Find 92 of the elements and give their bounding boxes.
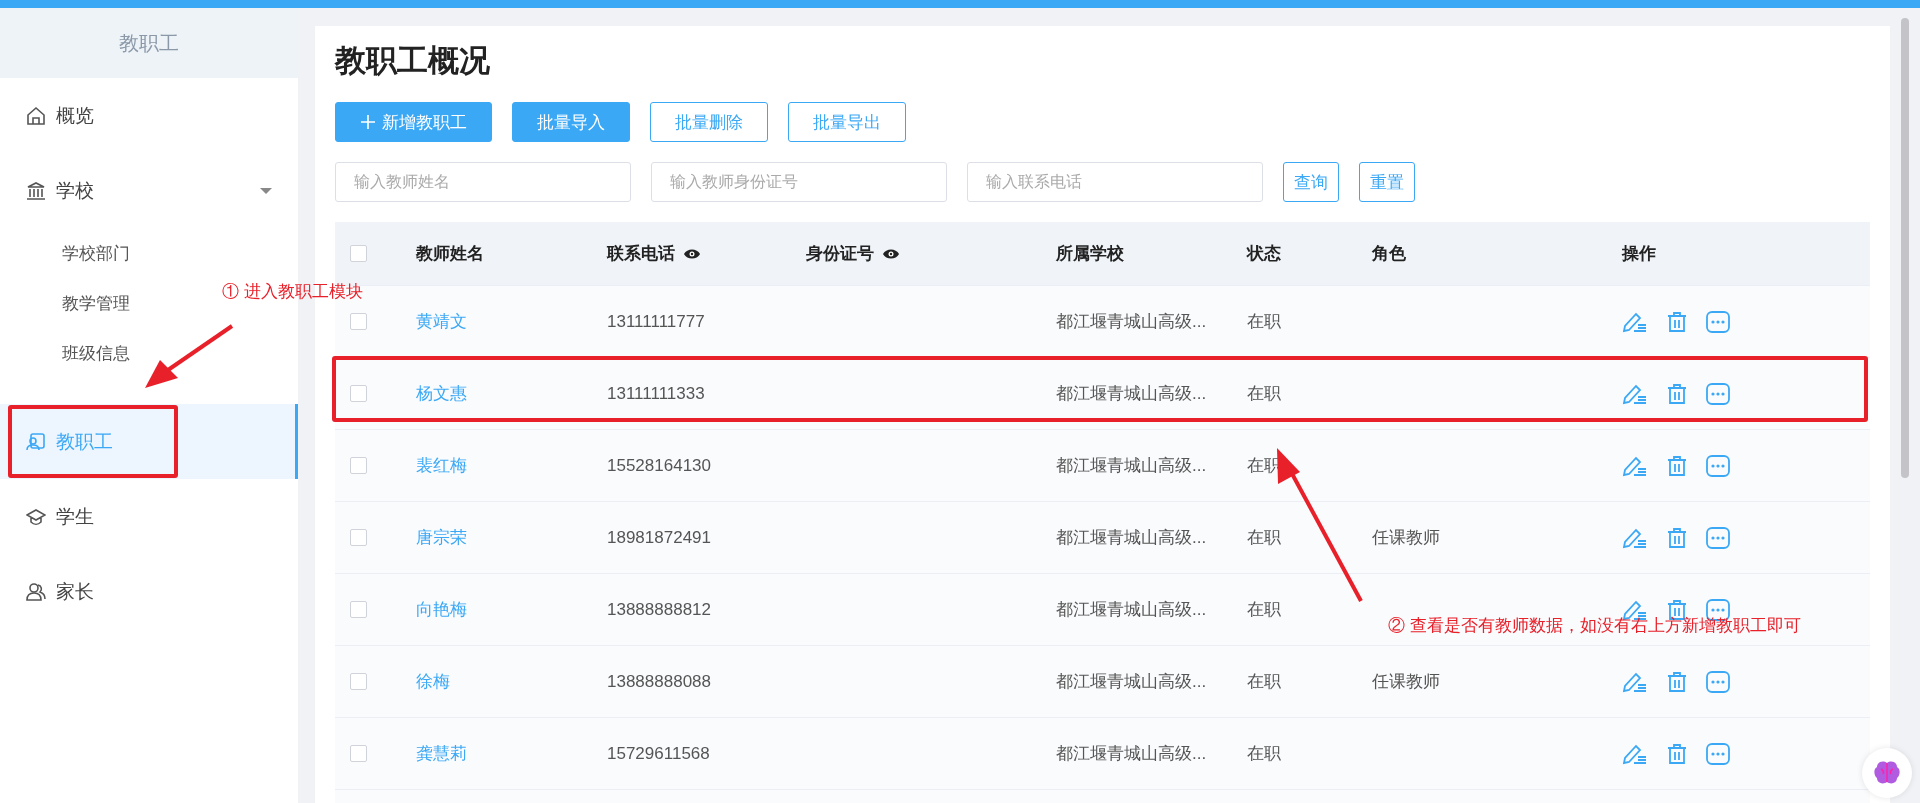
more-icon[interactable] xyxy=(1706,742,1730,765)
table-cell-text: 在职 xyxy=(1247,671,1282,693)
table-cell-text: 都江堰青城山高级... xyxy=(1056,743,1208,765)
action-button[interactable]: 批量导出 xyxy=(788,102,906,142)
trash-icon[interactable] xyxy=(1666,454,1688,477)
teacher-name-link[interactable]: 裴红梅 xyxy=(416,454,607,477)
table-cell-text: 15729611568 xyxy=(607,743,711,764)
teacher-name-link[interactable]: 黄靖文 xyxy=(416,310,607,333)
home-icon xyxy=(26,105,46,126)
table-cell-text: 都江堰青城山高级... xyxy=(1056,671,1208,693)
table-cell-text: 在职 xyxy=(1247,311,1282,333)
table-cell-text: 13111111333 xyxy=(607,383,706,404)
table-cell-text: 18981872491 xyxy=(607,527,712,548)
sidebar-title: 教职工 xyxy=(0,8,298,78)
checkbox[interactable] xyxy=(350,673,367,690)
bank-icon xyxy=(26,180,46,201)
table-cell-text: 任课教师 xyxy=(1372,527,1441,549)
checkbox[interactable] xyxy=(350,457,367,474)
sidebar-item[interactable]: 教职工 xyxy=(0,404,298,479)
checkbox[interactable] xyxy=(350,601,367,618)
table-cell-text: 都江堰青城山高级... xyxy=(1056,311,1208,333)
more-icon[interactable] xyxy=(1706,382,1730,405)
teacher-name-link[interactable]: 龚慧莉 xyxy=(416,742,607,765)
people-icon xyxy=(26,581,46,602)
table-cell-text: 任课教师 xyxy=(1372,671,1441,693)
more-icon[interactable] xyxy=(1706,454,1730,477)
trash-icon[interactable] xyxy=(1666,382,1688,405)
trash-icon[interactable] xyxy=(1666,670,1688,693)
search-field[interactable]: 输入联系电话 xyxy=(967,162,1263,202)
column-header: 身份证号 xyxy=(806,243,874,265)
trash-icon[interactable] xyxy=(1666,526,1688,549)
action-button[interactable]: 新增教职工 xyxy=(335,102,492,142)
more-icon[interactable] xyxy=(1706,526,1730,549)
annotation-text: ① 进入教职工模块 xyxy=(222,281,363,303)
table-cell-text: 13888888088 xyxy=(607,671,712,692)
table-cell-text: 在职 xyxy=(1247,599,1282,621)
brain-icon xyxy=(1873,760,1901,786)
sidebar-item[interactable]: 概览 xyxy=(0,78,298,153)
checkbox[interactable] xyxy=(350,529,367,546)
more-icon[interactable] xyxy=(1706,310,1730,333)
column-header: 角色 xyxy=(1372,243,1406,265)
edit-icon[interactable] xyxy=(1622,454,1648,477)
column-header: 所属学校 xyxy=(1056,243,1124,265)
table-cell-text: 15528164130 xyxy=(607,455,712,476)
edit-icon[interactable] xyxy=(1622,670,1648,693)
edit-icon[interactable] xyxy=(1622,526,1648,549)
checkbox[interactable] xyxy=(350,245,367,262)
table-cell-text: 在职 xyxy=(1247,527,1282,549)
sidebar-subitem[interactable]: 班级信息 xyxy=(62,328,130,378)
table-cell-text: 在职 xyxy=(1247,383,1282,405)
sidebar-subitem[interactable]: 学校部门 xyxy=(62,228,130,278)
sidebar-item[interactable]: 家长 xyxy=(0,554,298,629)
table-cell-text: 都江堰青城山高级... xyxy=(1056,455,1208,477)
search-field[interactable]: 输入教师姓名 xyxy=(335,162,631,202)
filter-button[interactable]: 重置 xyxy=(1359,162,1415,202)
checkbox[interactable] xyxy=(350,745,367,762)
table-cell-text: 13888888812 xyxy=(607,599,712,620)
column-header: 教师姓名 xyxy=(416,243,484,265)
table-cell-text: 在职 xyxy=(1247,743,1282,765)
checkbox[interactable] xyxy=(350,385,367,402)
scrollbar[interactable] xyxy=(1901,18,1909,478)
column-header: 状态 xyxy=(1247,243,1281,265)
annotation-text: ② 查看是否有教师数据，如没有右上方新增教职工即可 xyxy=(1388,615,1801,637)
edit-icon[interactable] xyxy=(1622,382,1648,405)
teacher-name-link[interactable]: 杨文惠 xyxy=(416,382,607,405)
table-cell-text: 13111111777 xyxy=(607,311,706,332)
column-header: 操作 xyxy=(1622,243,1656,265)
table-cell-text: 都江堰青城山高级... xyxy=(1056,527,1208,549)
sidebar-group[interactable]: 学校 xyxy=(0,153,298,228)
action-button[interactable]: 批量删除 xyxy=(650,102,768,142)
filter-button[interactable]: 查询 xyxy=(1283,162,1339,202)
person-card-icon xyxy=(26,431,46,452)
teacher-name-link[interactable]: 徐梅 xyxy=(416,670,607,693)
eye-icon[interactable] xyxy=(683,247,701,260)
sidebar-item[interactable]: 学生 xyxy=(0,479,298,554)
search-field[interactable]: 输入教师身份证号 xyxy=(651,162,947,202)
checkbox[interactable] xyxy=(350,313,367,330)
edit-icon[interactable] xyxy=(1622,742,1648,765)
trash-icon[interactable] xyxy=(1666,742,1688,765)
teacher-name-link[interactable]: 唐宗荣 xyxy=(416,526,607,549)
sidebar-subitem[interactable]: 教学管理 xyxy=(62,278,130,328)
trash-icon[interactable] xyxy=(1666,310,1688,333)
column-header: 联系电话 xyxy=(607,243,675,265)
graduation-cap-icon xyxy=(26,506,46,527)
page-title: 教职工概况 xyxy=(335,42,491,80)
table-cell-text: 都江堰青城山高级... xyxy=(1056,599,1208,621)
more-icon[interactable] xyxy=(1706,670,1730,693)
action-button[interactable]: 批量导入 xyxy=(512,102,630,142)
eye-icon[interactable] xyxy=(882,247,900,260)
table-cell-text: 都江堰青城山高级... xyxy=(1056,383,1208,405)
edit-icon[interactable] xyxy=(1622,310,1648,333)
teacher-name-link[interactable]: 向艳梅 xyxy=(416,598,607,621)
